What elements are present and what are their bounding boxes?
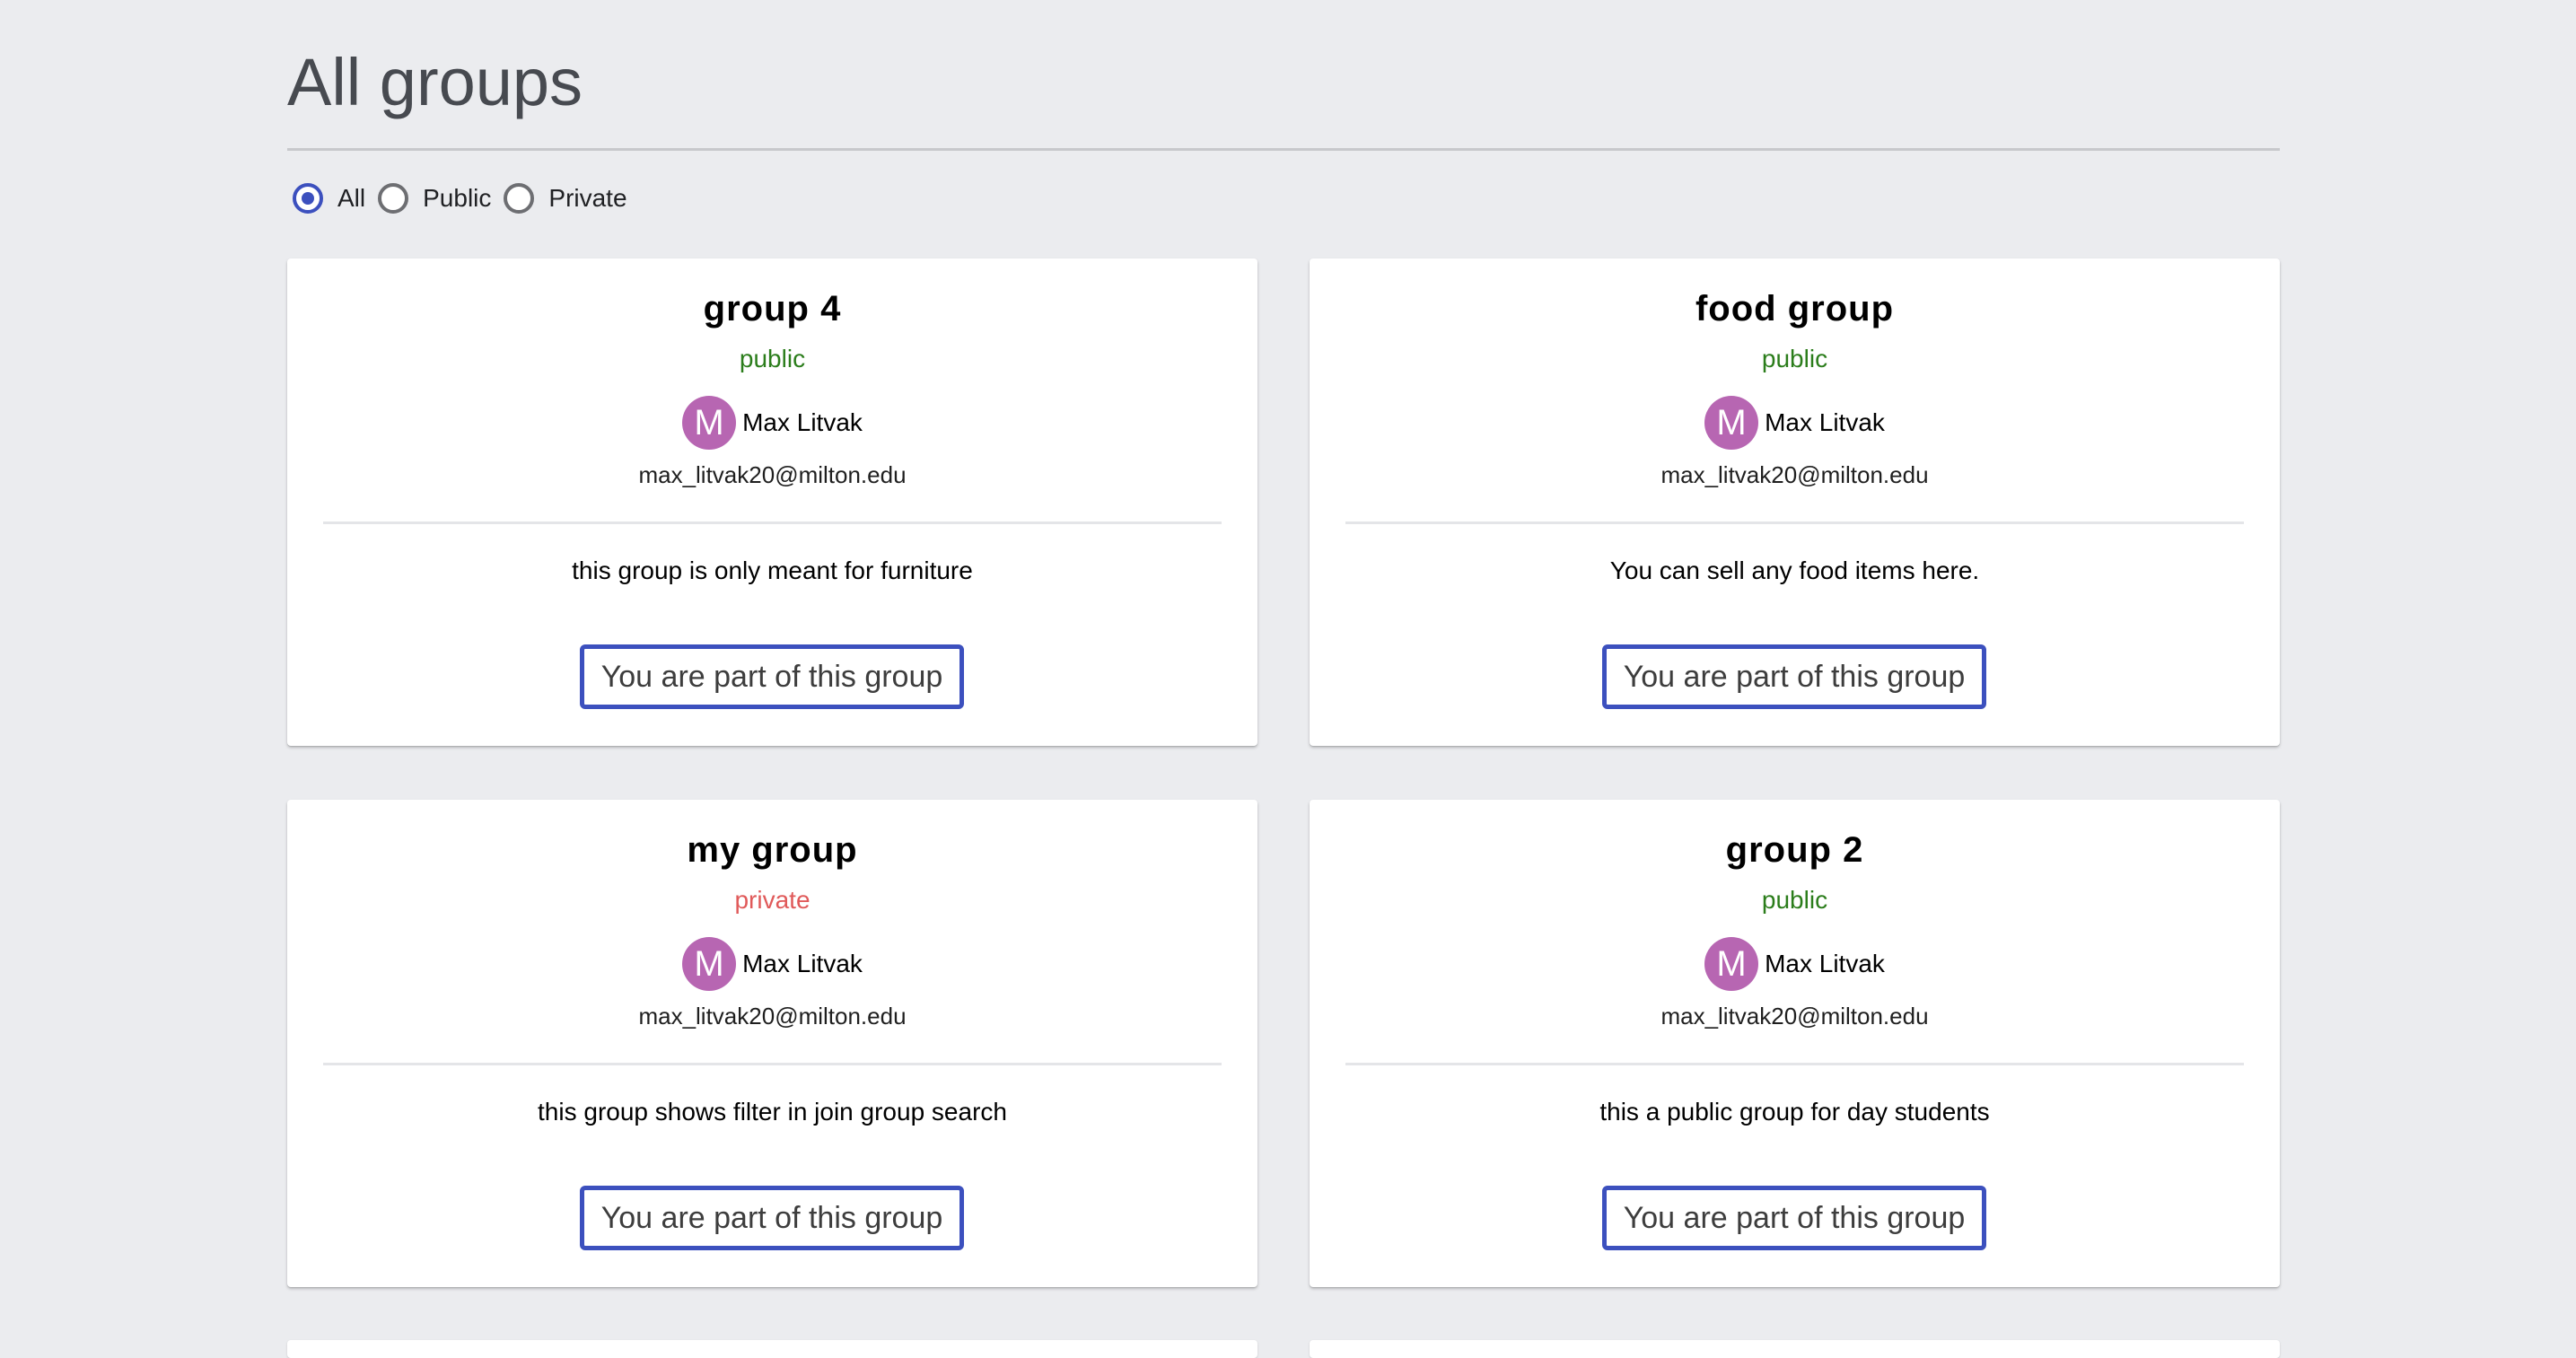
- group-name: group 2: [1725, 830, 1864, 870]
- owner-avatar: M: [682, 937, 737, 991]
- owner-name: Max Litvak: [742, 408, 863, 436]
- filter-option-label: All: [337, 184, 366, 212]
- owner-name: Max Litvak: [742, 950, 863, 977]
- group-card-partial: [1310, 1340, 2280, 1358]
- membership-button[interactable]: You are part of this group: [580, 644, 964, 709]
- membership-button[interactable]: You are part of this group: [1602, 1186, 1986, 1250]
- card-divider: [1345, 1063, 2244, 1065]
- card-divider: [1345, 521, 2244, 524]
- owner-name: Max Litvak: [1765, 408, 1885, 436]
- radio-private-icon[interactable]: [504, 183, 535, 214]
- card-divider: [323, 1063, 1222, 1065]
- group-name: food group: [1695, 289, 1895, 329]
- group-description: this group shows filter in join group se…: [538, 1098, 1007, 1126]
- radio-all-checked-icon[interactable]: [293, 183, 323, 214]
- owner-avatar: M: [1704, 396, 1759, 450]
- visibility-filter: All Public Private: [293, 179, 640, 218]
- group-name: my group: [687, 830, 858, 870]
- visibility-badge: public: [1761, 886, 1828, 914]
- group-card: food group public M Max Litvak max_litva…: [1310, 258, 2280, 746]
- group-owner: M Max Litvak: [287, 937, 1257, 991]
- group-description: You can sell any food items here.: [1609, 556, 1980, 584]
- owner-avatar: M: [682, 396, 737, 450]
- group-card: group 2 public M Max Litvak max_litvak20…: [1310, 800, 2280, 1287]
- visibility-badge: private: [734, 886, 810, 914]
- membership-button[interactable]: You are part of this group: [580, 1186, 964, 1250]
- group-card: my group private M Max Litvak max_litvak…: [287, 800, 1257, 1287]
- owner-avatar: M: [1704, 937, 1759, 991]
- membership-button[interactable]: You are part of this group: [1602, 644, 1986, 709]
- owner-name: Max Litvak: [1765, 950, 1885, 977]
- group-name: group 4: [703, 289, 842, 329]
- group-owner: M Max Litvak: [1310, 937, 2280, 991]
- group-owner: M Max Litvak: [287, 396, 1257, 450]
- visibility-badge: public: [739, 345, 806, 372]
- filter-option-public[interactable]: Public: [378, 183, 491, 214]
- filter-option-label: Public: [423, 184, 492, 212]
- owner-email: max_litvak20@milton.edu: [1660, 1003, 1929, 1029]
- title-divider: [287, 148, 2280, 151]
- owner-email: max_litvak20@milton.edu: [638, 1003, 907, 1029]
- owner-email: max_litvak20@milton.edu: [1660, 461, 1929, 488]
- radio-public-icon[interactable]: [378, 183, 409, 214]
- group-card: group 4 public M Max Litvak max_litvak20…: [287, 258, 1257, 746]
- group-description: this group is only meant for furniture: [572, 556, 973, 584]
- filter-option-all[interactable]: All: [293, 183, 365, 214]
- group-card-grid: group 4 public M Max Litvak max_litvak20…: [287, 258, 2280, 1287]
- page-title: All groups: [287, 45, 583, 119]
- filter-option-private[interactable]: Private: [504, 183, 627, 214]
- visibility-badge: public: [1761, 345, 1828, 372]
- filter-option-label: Private: [548, 184, 627, 212]
- owner-email: max_litvak20@milton.edu: [638, 461, 907, 488]
- card-divider: [323, 521, 1222, 524]
- group-card-partial: [287, 1340, 1257, 1358]
- group-owner: M Max Litvak: [1310, 396, 2280, 450]
- group-description: this a public group for day students: [1599, 1098, 1990, 1126]
